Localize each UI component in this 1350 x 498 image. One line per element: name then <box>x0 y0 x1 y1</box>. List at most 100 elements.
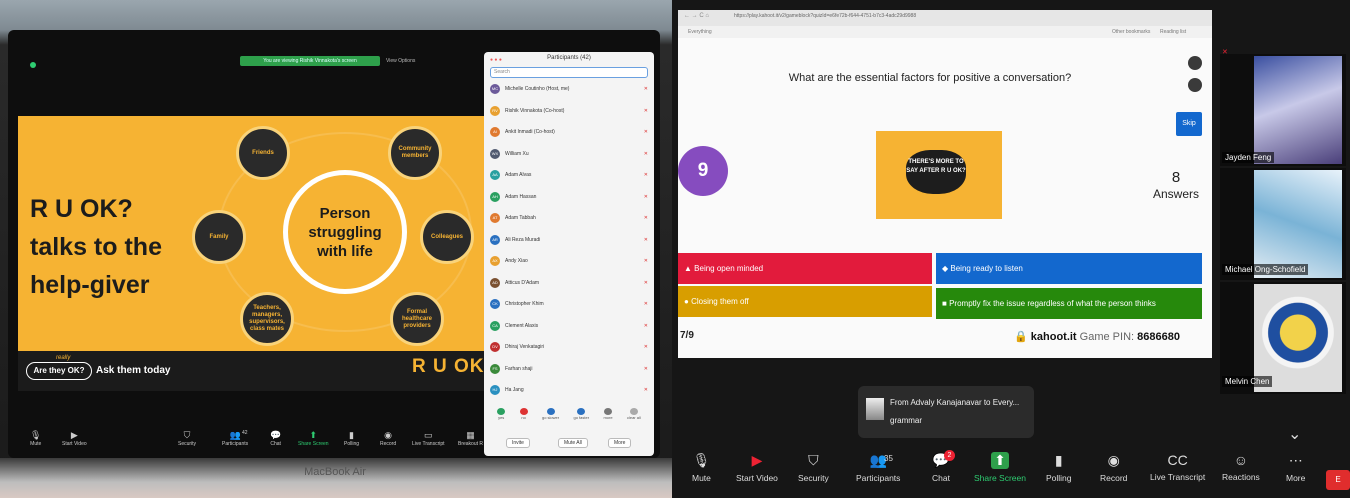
mute-all-button[interactable]: Mute All <box>558 438 588 448</box>
reactions-button[interactable]: ☺ Reactions <box>1222 452 1260 482</box>
participant-row[interactable]: CK Christopher Khim ✕ <box>490 297 648 311</box>
toolbar-label: Start Video <box>736 473 778 483</box>
video-tile[interactable]: Melvin Chen <box>1220 282 1346 394</box>
more-button[interactable]: More <box>608 438 632 448</box>
video-tile[interactable]: Michael Ong-Schofield <box>1220 168 1346 280</box>
bookmark-reading-list[interactable]: Reading list <box>1160 29 1186 35</box>
mic-muted-icon[interactable]: ✕ <box>644 237 648 243</box>
mic-muted-icon[interactable]: ✕ <box>644 344 648 350</box>
participant-row[interactable]: MC Michelle Coutinho (Host, me) ✕ <box>490 82 648 96</box>
toolbar-label: Share Screen <box>974 473 1026 483</box>
reaction-no-button[interactable]: no <box>519 408 528 420</box>
skip-button[interactable]: Skip <box>1176 112 1202 136</box>
mute-button[interactable]: 🎙 Mute <box>692 452 711 483</box>
chat-notification[interactable] <box>858 386 1034 438</box>
node-teachers: Teachers, managers, supervisors, class m… <box>240 292 294 346</box>
mic-muted-icon[interactable]: ✕ <box>644 129 648 135</box>
live-transcript-button[interactable]: CC Live Transcript <box>1150 452 1205 482</box>
avatar <box>1254 170 1342 278</box>
reaction-go-slower-button[interactable]: go slower <box>542 408 559 420</box>
participants-button[interactable]: 👥 Participants 42 <box>222 430 248 447</box>
start-video-button[interactable]: ▶ Start Video <box>62 430 87 447</box>
reaction-go-faster-button[interactable]: go faster <box>573 408 589 420</box>
share-banner[interactable]: You are viewing Rishik Vinnakota's scree… <box>240 56 380 66</box>
live-transcript-button[interactable]: ▭ Live Transcript <box>412 430 445 447</box>
mic-muted-icon[interactable]: ✕ <box>644 387 648 393</box>
reaction-yes-button[interactable]: yes <box>497 408 506 420</box>
participant-row[interactable]: AA Adam Alvas ✕ <box>490 168 648 182</box>
participant-name: Adam Hassan <box>505 193 537 200</box>
share-screen-button[interactable]: ⬆ Share Screen <box>298 430 329 447</box>
end-button[interactable]: E <box>1326 470 1350 490</box>
answer-option-red[interactable]: ▲ Being open minded <box>678 253 932 284</box>
share-screen-button[interactable]: ⬆ Share Screen <box>974 452 1026 483</box>
reaction-clear-all-button[interactable]: clear all <box>627 408 641 420</box>
record-button[interactable]: ◉ Record <box>1100 452 1127 483</box>
participant-row[interactable]: AX Andy Xiao ✕ <box>490 254 648 268</box>
participant-row[interactable]: WX William Xu ✕ <box>490 147 648 161</box>
answer-text: Closing them off <box>691 297 749 306</box>
participant-row[interactable]: AH Adam Hassan ✕ <box>490 190 648 204</box>
sound-icon[interactable] <box>1188 56 1202 70</box>
record-button[interactable]: ◉ Record <box>380 430 396 447</box>
participant-row[interactable]: HJ Ha Jang ✕ <box>490 383 648 397</box>
toolbar-label: Breakout R <box>458 441 484 447</box>
participants-search-input[interactable]: Search <box>490 67 648 78</box>
mic-muted-icon[interactable]: ✕ <box>644 86 648 92</box>
polling-button[interactable]: ▮ Polling <box>1046 452 1072 483</box>
breakout-r-button[interactable]: ▦ Breakout R <box>458 430 483 447</box>
chat-button[interactable]: 💬 Chat 2 <box>932 450 955 483</box>
mic-muted-icon[interactable]: ✕ <box>644 323 648 329</box>
answer-option-yellow[interactable]: ● Closing them off <box>678 286 932 317</box>
chevron-down-icon[interactable]: ⌄ <box>1288 424 1301 444</box>
slide-badge-tag: really <box>56 355 71 361</box>
mic-muted-icon[interactable]: ✕ <box>644 194 648 200</box>
participant-name: Michelle Coutinho (Host, me) <box>505 86 570 92</box>
participant-row[interactable]: AR Ali Reza Muradi ✕ <box>490 233 648 247</box>
bookmark-everything[interactable]: Everything <box>688 29 712 35</box>
participant-row[interactable]: FS Farhan shaji ✕ <box>490 362 648 376</box>
bookmark-other[interactable]: Other bookmarks <box>1112 29 1150 35</box>
participant-row[interactable]: CA Clement Alaxis ✕ <box>490 319 648 333</box>
settings-icon[interactable] <box>1188 78 1202 92</box>
browser-nav-icons[interactable]: ← → C ⌂ <box>684 13 709 19</box>
participant-name: Christopher Khim <box>505 301 544 307</box>
participant-row[interactable]: DV Dhiraj Venkatagiri ✕ <box>490 340 648 354</box>
slide-title: R U OK? talks to the help-giver <box>30 190 162 304</box>
mic-muted-icon[interactable]: ✕ <box>644 215 648 221</box>
participant-name: Adam Tabbah <box>505 215 536 221</box>
mic-muted-icon[interactable]: ✕ <box>644 108 648 114</box>
security-button[interactable]: ⛉ Security <box>798 452 829 483</box>
video-tile[interactable]: ✕ Jayden Feng <box>1220 49 1346 166</box>
avatar: AT <box>490 213 500 223</box>
participant-row[interactable]: AT Adam Tabbah ✕ <box>490 211 648 225</box>
reaction-more-button[interactable]: more <box>603 408 613 420</box>
more-button[interactable]: ⋯ More <box>1286 452 1305 483</box>
answer-option-blue[interactable]: ◆ Being ready to listen <box>936 253 1202 284</box>
mute-button[interactable]: 🎙 Mute <box>30 430 41 447</box>
mic-muted-icon[interactable]: ✕ <box>644 280 648 286</box>
answer-option-green[interactable]: ■ Promptly fix the issue regardless of w… <box>936 288 1202 319</box>
mic-muted-icon[interactable]: ✕ <box>644 258 648 264</box>
start-video-button[interactable]: ▶ Start Video <box>736 452 778 483</box>
participant-row[interactable]: RV Rishik Vinnakota (Co-host) ✕ <box>490 104 648 118</box>
participants-title: Participants (42) <box>547 55 591 61</box>
participant-row[interactable]: AI Ankit Inmadi (Co-host) ✕ <box>490 125 648 139</box>
cc-icon: ▭ <box>424 430 433 440</box>
security-button[interactable]: ⛉ Security <box>178 430 196 447</box>
breakout-icon: ▦ <box>466 430 475 440</box>
view-options-button[interactable]: View Options <box>386 56 415 66</box>
toolbar-label: Polling <box>344 441 360 447</box>
chat-button[interactable]: 💬 Chat <box>270 430 281 447</box>
toolbar-label: Security <box>178 441 197 447</box>
mic-muted-icon[interactable]: ✕ <box>644 172 648 178</box>
participants-button[interactable]: 👥 Participants 35 <box>856 452 900 483</box>
participant-row[interactable]: AD Atticus D'Adam ✕ <box>490 276 648 290</box>
invite-button[interactable]: Invite <box>506 438 530 448</box>
mic-muted-icon[interactable]: ✕ <box>644 151 648 157</box>
mic-muted-icon[interactable]: ✕ <box>644 301 648 307</box>
url-field[interactable]: https://play.kahoot.it/v2/gameblock?quiz… <box>734 13 916 19</box>
polling-button[interactable]: ▮ Polling <box>344 430 359 447</box>
toolbar-label: Reactions <box>1222 472 1260 482</box>
mic-muted-icon[interactable]: ✕ <box>644 366 648 372</box>
